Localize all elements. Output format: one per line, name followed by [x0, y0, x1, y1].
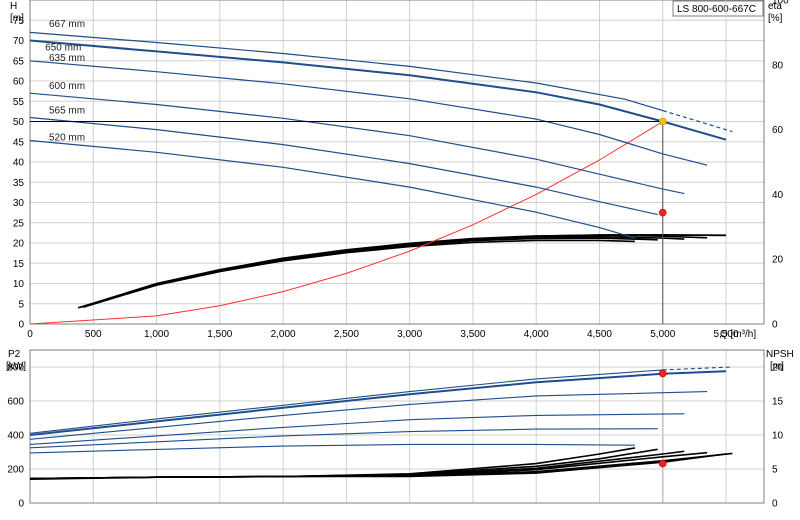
head-tick-label: 65: [13, 56, 25, 67]
power-tick-label: 200: [7, 465, 24, 476]
power-tick-label: 0: [18, 499, 24, 510]
head-tick-label: 50: [13, 117, 25, 128]
head-tick-label: 75: [13, 16, 25, 27]
head-tick-label: 45: [13, 137, 25, 148]
flow-tick-label: 500: [85, 329, 102, 340]
flow-tick-label: 5,000: [650, 329, 675, 340]
head-axis-label: H: [10, 1, 17, 12]
npsh-tick-label: 5: [772, 465, 778, 476]
flow-tick-label: 1,000: [144, 329, 169, 340]
eta-tick-label: 60: [772, 125, 784, 136]
impeller-diameter-label: 600 mm: [49, 81, 85, 92]
power-axis-label: P2: [8, 349, 21, 360]
impeller-diameter-label: 565 mm: [49, 105, 85, 116]
head-tick-label: 35: [13, 178, 25, 189]
flow-tick-label: 5,500: [714, 329, 739, 340]
flow-tick-label: 4,000: [524, 329, 549, 340]
head-tick-label: 10: [13, 279, 25, 290]
flow-tick-label: 3,500: [460, 329, 485, 340]
eta-tick-label: 40: [772, 190, 784, 201]
flow-tick-label: 4,500: [587, 329, 612, 340]
npsh-tick-label: 0: [772, 499, 778, 510]
impeller-diameter-label: 667 mm: [49, 19, 85, 30]
head-tick-label: 40: [13, 158, 25, 169]
impeller-diameter-label: 520 mm: [49, 133, 85, 144]
impeller-diameter-label: 635 mm: [49, 53, 85, 64]
flow-tick-label: 1,500: [207, 329, 232, 340]
flow-tick-label: 2,000: [271, 329, 296, 340]
npsh-axis-label: NPSH: [766, 349, 794, 360]
npsh-tick-label: 10: [772, 431, 784, 442]
power-tick-label: 400: [7, 431, 24, 442]
head-tick-label: 5: [18, 299, 24, 310]
chart-title: LS 800-600-667C: [677, 4, 756, 15]
head-tick-label: 30: [13, 198, 25, 209]
eta-tick-label: 0: [772, 320, 778, 331]
flow-tick-label: 2,500: [334, 329, 359, 340]
head-tick-label: 60: [13, 77, 25, 88]
npsh-tick-label: 15: [772, 397, 784, 408]
npsh-tick-label: 20: [772, 363, 784, 374]
power-tick-label: 800: [7, 363, 24, 374]
flow-tick-label: 0: [27, 329, 33, 340]
head-tick-label: 55: [13, 97, 25, 108]
duty-point-head: [658, 117, 667, 126]
power-tick-label: 600: [7, 397, 24, 408]
eta-tick-label: 80: [772, 60, 784, 71]
head-tick-label: 20: [13, 239, 25, 250]
head-tick-label: 15: [13, 259, 25, 270]
pump-performance-chart: H [m] eta [%] LS 800-600-667C Q [m³/h] P…: [0, 0, 800, 520]
eta-axis-unit: [%]: [768, 13, 783, 24]
eta-tick-label: 20: [772, 255, 784, 266]
head-tick-label: 25: [13, 218, 25, 229]
duty-point-power: [658, 369, 667, 378]
head-tick-label: 0: [18, 320, 24, 331]
head-tick-label: 70: [13, 36, 25, 47]
duty-point-eta: [658, 208, 667, 217]
duty-point-npsh: [658, 459, 667, 468]
flow-tick-label: 3,000: [397, 329, 422, 340]
eta-tick-label: 100: [772, 0, 789, 7]
